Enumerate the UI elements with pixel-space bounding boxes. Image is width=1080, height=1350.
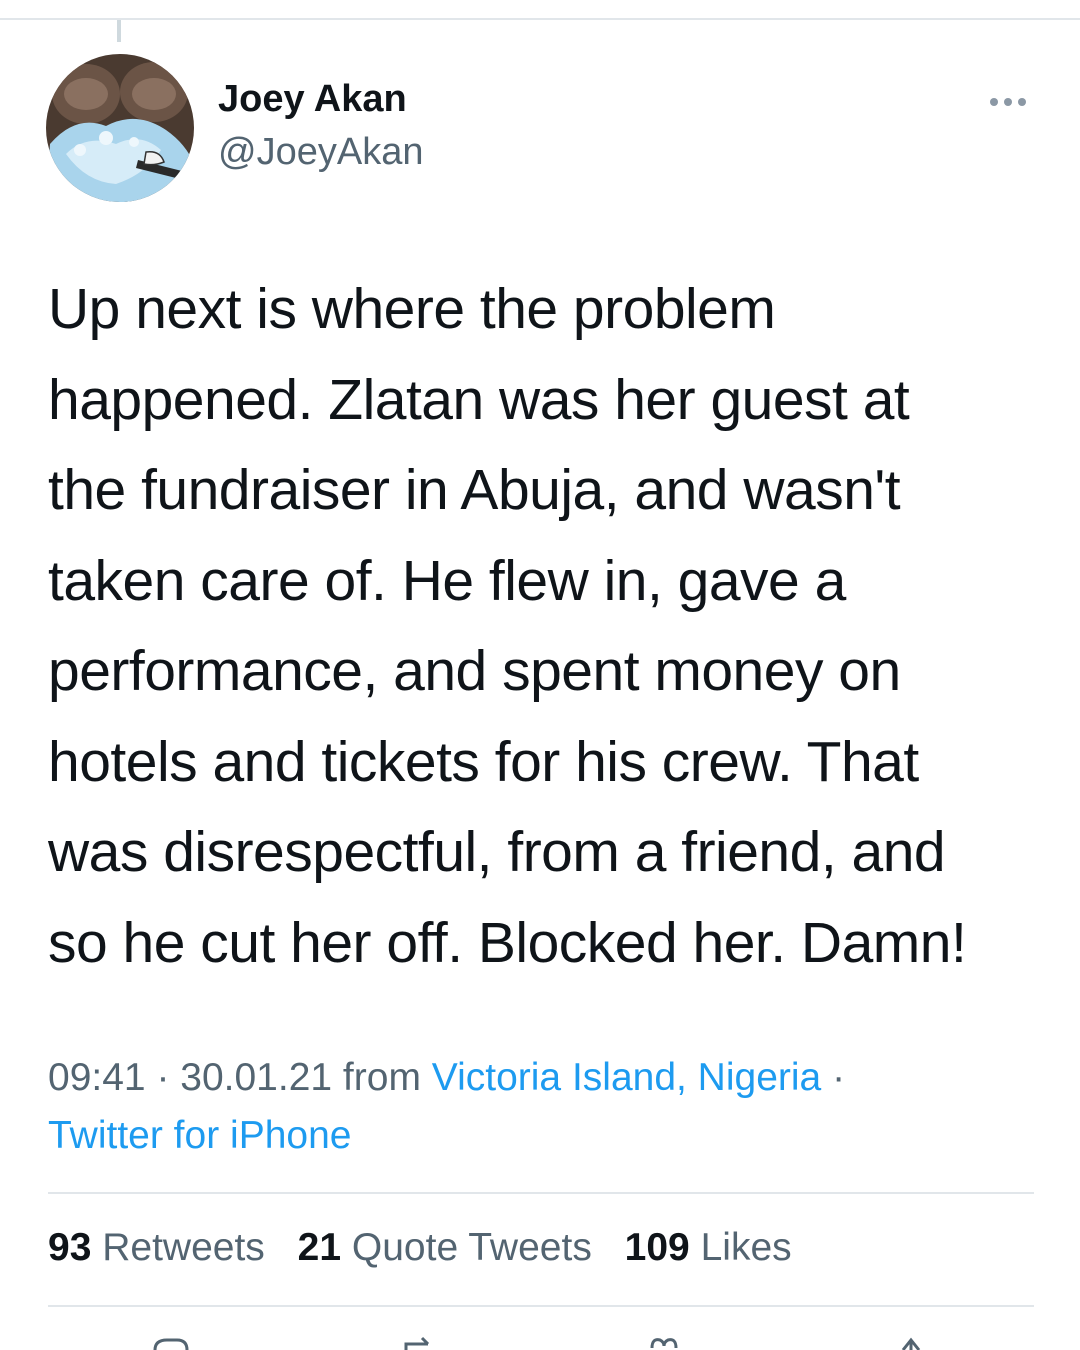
author-display-name[interactable]: Joey Akan — [218, 78, 407, 121]
share-icon[interactable] — [881, 1332, 941, 1350]
tweet-detail-screen: Joey Akan @JoeyAkan Up next is where the… — [0, 0, 1080, 1350]
tweet-text-line: was disrespectful, from a friend, and — [48, 820, 946, 884]
thread-connector-line — [117, 20, 121, 42]
likes-stat[interactable]: 109 Likes — [625, 1226, 792, 1270]
reply-icon[interactable] — [141, 1332, 201, 1350]
more-dot — [990, 98, 998, 106]
retweet-icon[interactable] — [388, 1332, 448, 1350]
more-dot — [1004, 98, 1012, 106]
tweet-time[interactable]: 09:41 — [48, 1056, 146, 1099]
cartoon-avatar-icon[interactable] — [46, 54, 194, 202]
like-icon[interactable] — [634, 1332, 694, 1350]
retweets-label: Retweets — [102, 1226, 265, 1269]
retweets-count: 93 — [48, 1226, 92, 1269]
tweet-text-line: performance, and spent money on — [48, 639, 901, 703]
meta-separator: · — [145, 1056, 181, 1099]
tweet-text-line: Up next is where the problem — [48, 277, 776, 341]
author-handle[interactable]: @JoeyAkan — [218, 131, 423, 174]
retweets-stat[interactable]: 93 Retweets — [48, 1226, 265, 1270]
location-link[interactable]: Victoria Island, Nigeria — [432, 1056, 821, 1099]
stats-top-divider — [48, 1192, 1034, 1194]
tweet-text-line: so he cut her off. Blocked her. Damn! — [48, 910, 967, 975]
more-options-icon[interactable] — [982, 86, 1034, 118]
more-dot — [1018, 98, 1026, 106]
tweet-text-line: hotels and tickets for his crew. That — [48, 729, 919, 794]
quote-tweets-count: 21 — [297, 1226, 342, 1269]
tweet-text-line: taken care of. He flew in, gave a — [48, 548, 846, 613]
tweet-body-text: Up next is where the problem happened. Z… — [48, 264, 1048, 988]
tweet-metadata: 09:41 · 30.01.21 from Victoria Island, N… — [48, 1049, 1048, 1165]
meta-separator-end: · — [821, 1056, 846, 1099]
source-app-link[interactable]: Twitter for iPhone — [48, 1114, 351, 1157]
from-label: from — [332, 1056, 432, 1099]
quote-tweets-stat[interactable]: 21 Quote Tweets — [298, 1226, 592, 1270]
tweet-text-line: the fundraiser in Abuja, and wasn't — [48, 458, 901, 522]
tweet-text-line: happened. Zlatan was her guest at — [48, 367, 910, 432]
top-divider — [0, 18, 1080, 20]
quote-tweets-label: Quote Tweets — [351, 1226, 592, 1269]
tweet-date[interactable]: 30.01.21 — [180, 1056, 332, 1099]
engagement-stats: 93 Retweets 21 Quote Tweets 109 Likes — [48, 1226, 814, 1270]
likes-count: 109 — [624, 1226, 690, 1269]
stats-bottom-divider — [48, 1305, 1034, 1307]
action-bar — [48, 1332, 1034, 1350]
likes-label: Likes — [700, 1226, 792, 1269]
